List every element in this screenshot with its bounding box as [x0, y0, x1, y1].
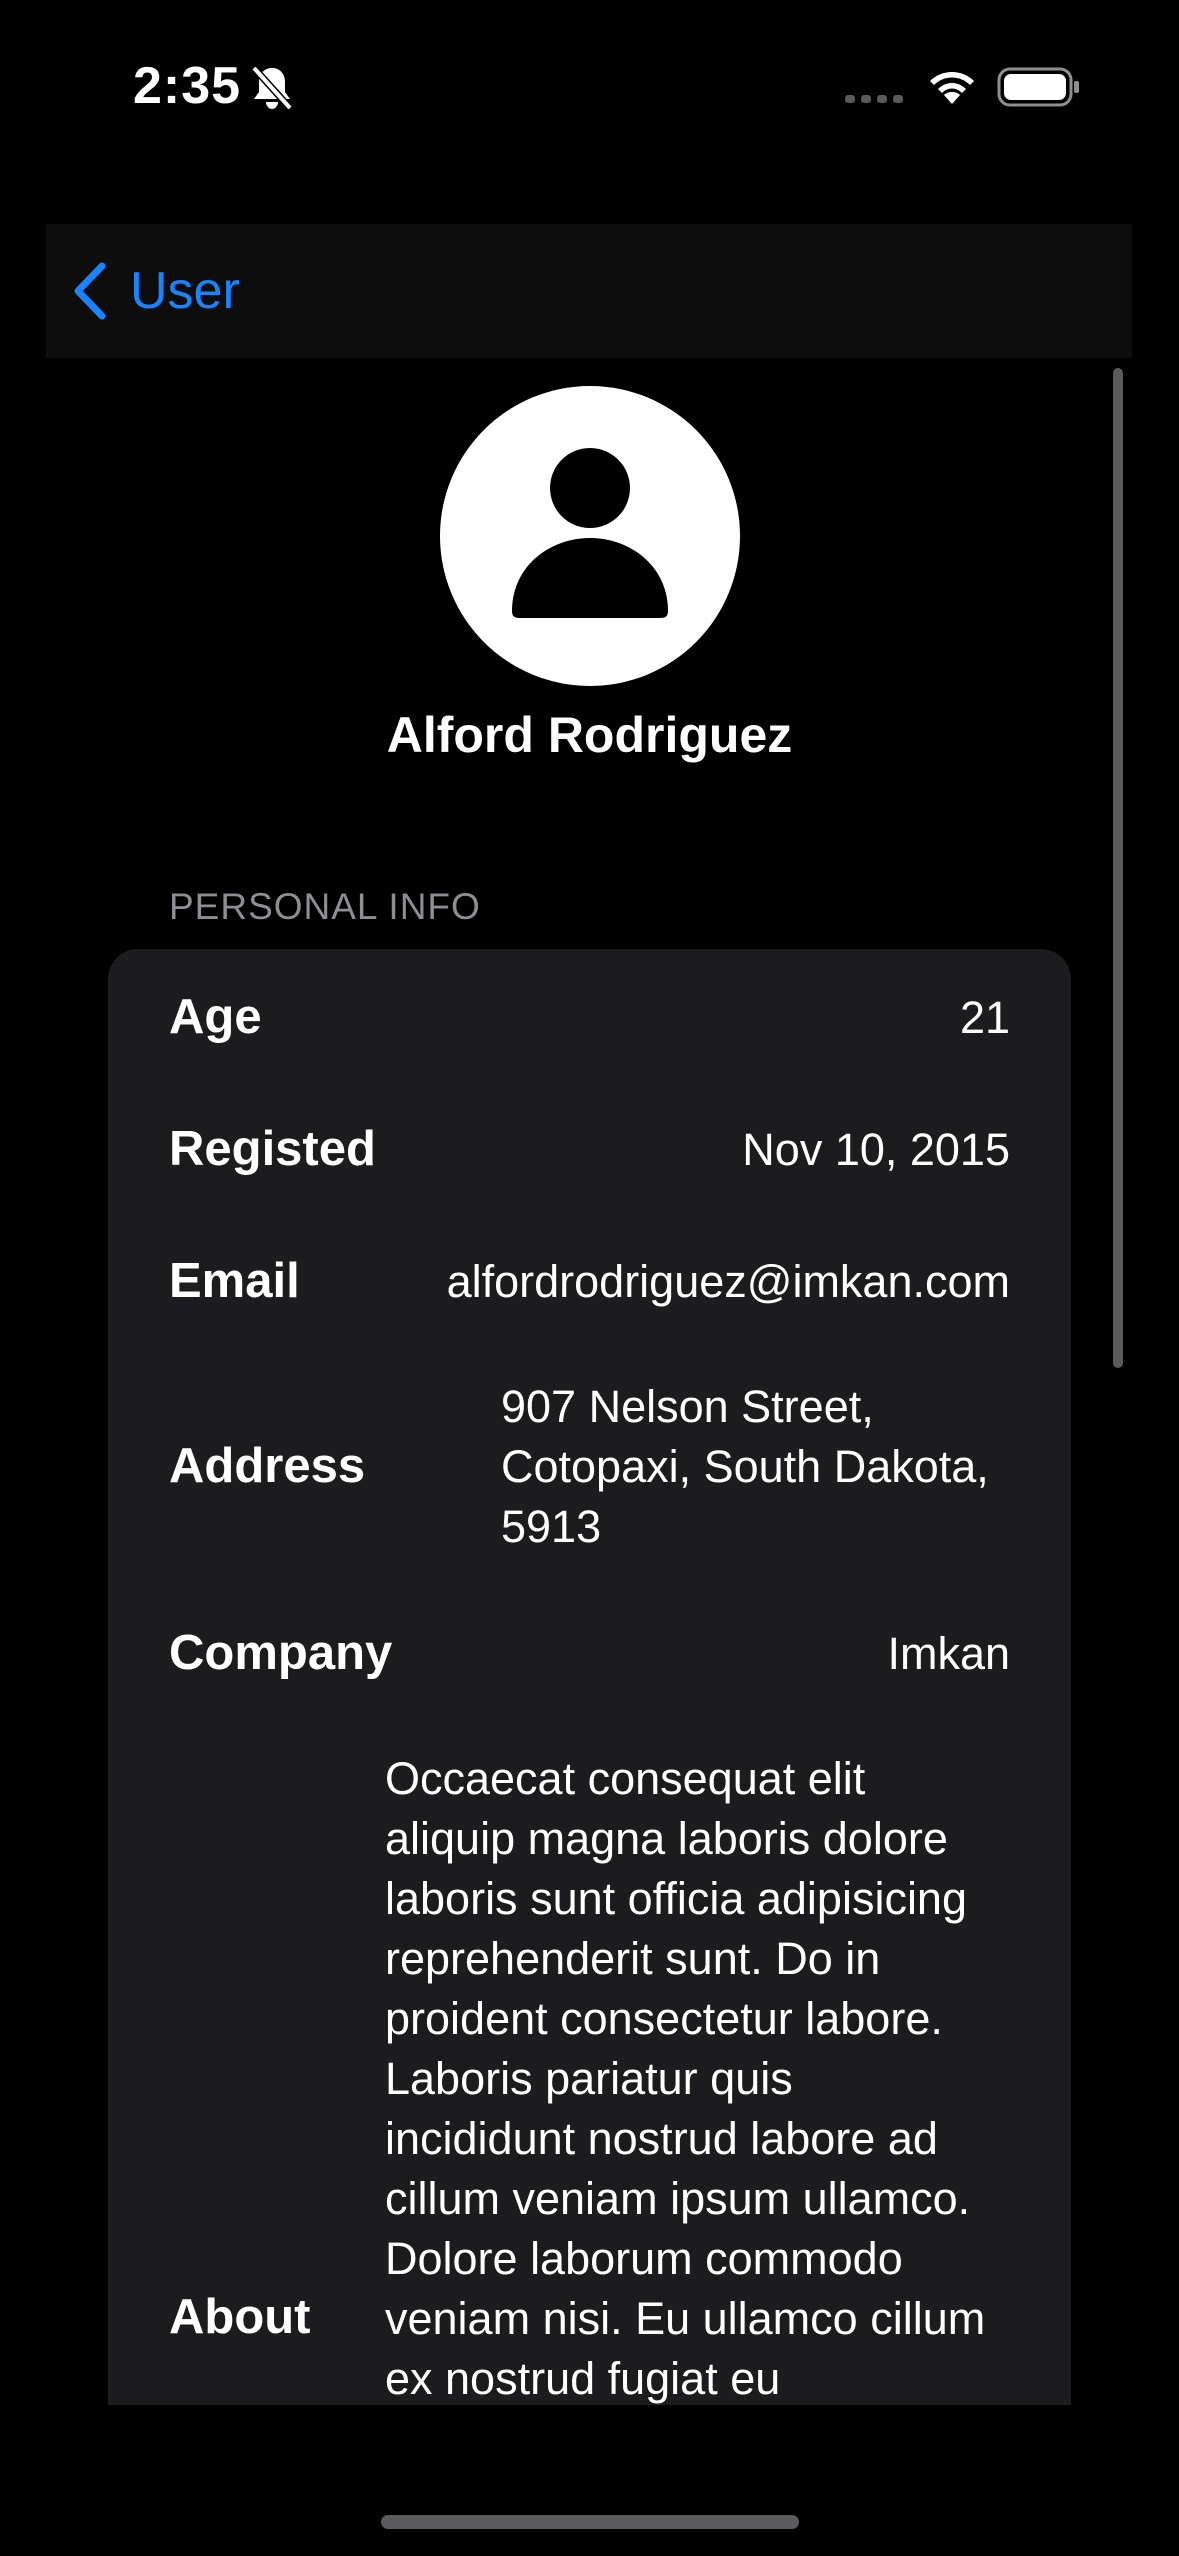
wifi-icon	[925, 64, 979, 106]
about-line: reprehenderit sunt. Do in	[385, 1933, 881, 1984]
row-label-age: Age	[169, 990, 262, 1044]
about-line: ex nostrud fugiat eu	[385, 2353, 781, 2404]
about-line: Dolore laborum commodo	[385, 2233, 903, 2284]
about-line: incididunt nostrud labore ad	[385, 2113, 938, 2164]
about-line: laboris sunt officia adipisicing	[385, 1873, 967, 1924]
row-value-registered: Nov 10, 2015	[742, 1124, 1010, 1175]
personal-info-card: Age 21 Registed Nov 10, 2015 Email alfor…	[108, 949, 1071, 2405]
row-label-about: About	[169, 2290, 311, 2344]
about-line: Occaecat consequat elit	[385, 1753, 866, 1804]
bell-slash-icon	[250, 64, 294, 112]
avatar	[440, 386, 740, 686]
section-header-personal-info: PERSONAL INFO	[169, 886, 481, 927]
row-value-about: Occaecat consequat elit aliquip magna la…	[385, 1749, 985, 2405]
about-line: veniam nisi. Eu ullamco cillum	[385, 2293, 986, 2344]
row-value-email: alfordrodriguez@imkan.com	[446, 1256, 1010, 1307]
home-indicator[interactable]	[381, 2515, 799, 2529]
address-line: 907 Nelson Street,	[501, 1381, 874, 1432]
signal-icon	[845, 92, 905, 106]
about-line: proident consectetur labore.	[385, 1993, 943, 2044]
about-line: cillum veniam ipsum ullamco.	[385, 2173, 971, 2224]
scroll-indicator	[1113, 368, 1123, 1368]
row-label-company: Company	[169, 1626, 393, 1680]
back-button[interactable]: User	[72, 256, 240, 326]
status-bar: 2:35	[0, 0, 1179, 140]
about-line: Laboris pariatur quis	[385, 2053, 793, 2104]
row-label-registered: Registed	[169, 1122, 376, 1176]
status-time: 2:35	[133, 57, 242, 115]
row-value-address: 907 Nelson Street, Cotopaxi, South Dakot…	[501, 1377, 989, 1557]
row-value-age: 21	[959, 992, 1010, 1043]
person-icon	[512, 448, 668, 618]
row-label-email: Email	[169, 1254, 300, 1308]
user-name: Alford Rodriguez	[386, 707, 793, 763]
row-label-address: Address	[169, 1439, 366, 1493]
back-label: User	[130, 262, 240, 320]
row-value-company: Imkan	[887, 1628, 1010, 1679]
navigation-bar: User	[46, 224, 1132, 358]
chevron-left-icon	[74, 262, 106, 320]
about-line: aliquip magna laboris dolore	[385, 1813, 948, 1864]
battery-icon	[997, 66, 1081, 108]
address-line: Cotopaxi, South Dakota,	[501, 1441, 989, 1492]
address-line: 5913	[501, 1501, 602, 1552]
